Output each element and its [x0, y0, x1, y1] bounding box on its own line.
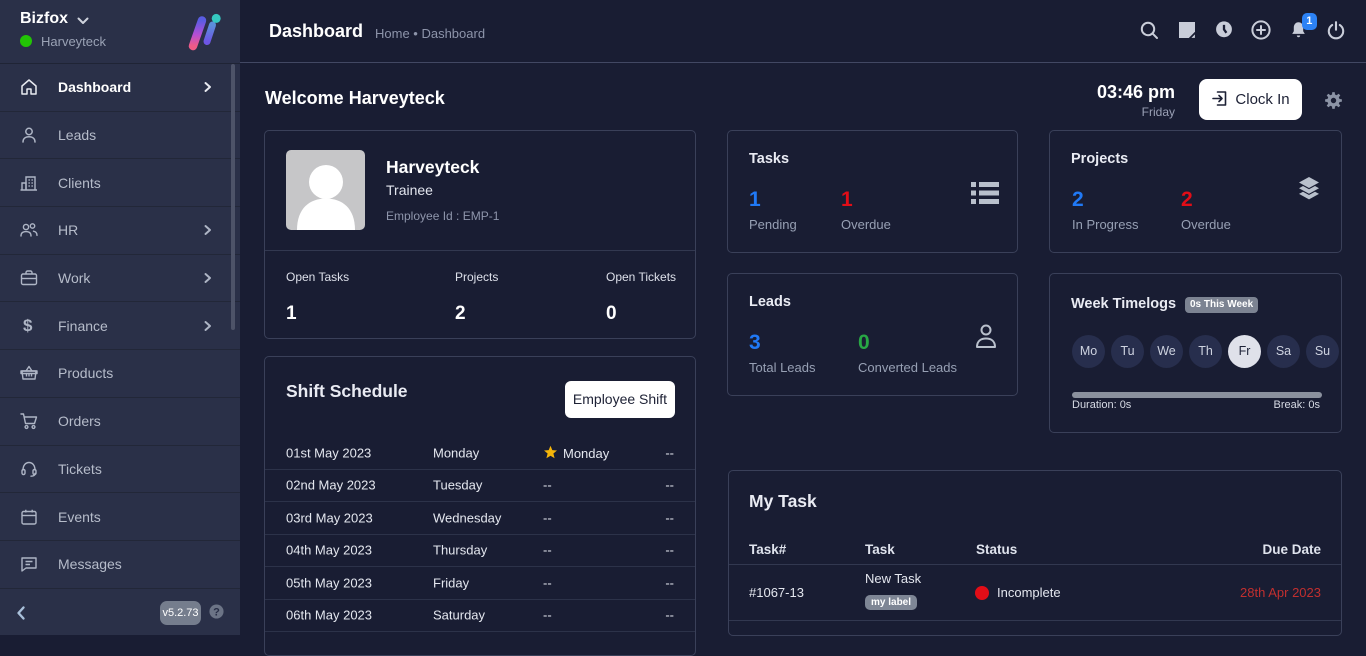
- svg-text:?: ?: [213, 606, 220, 618]
